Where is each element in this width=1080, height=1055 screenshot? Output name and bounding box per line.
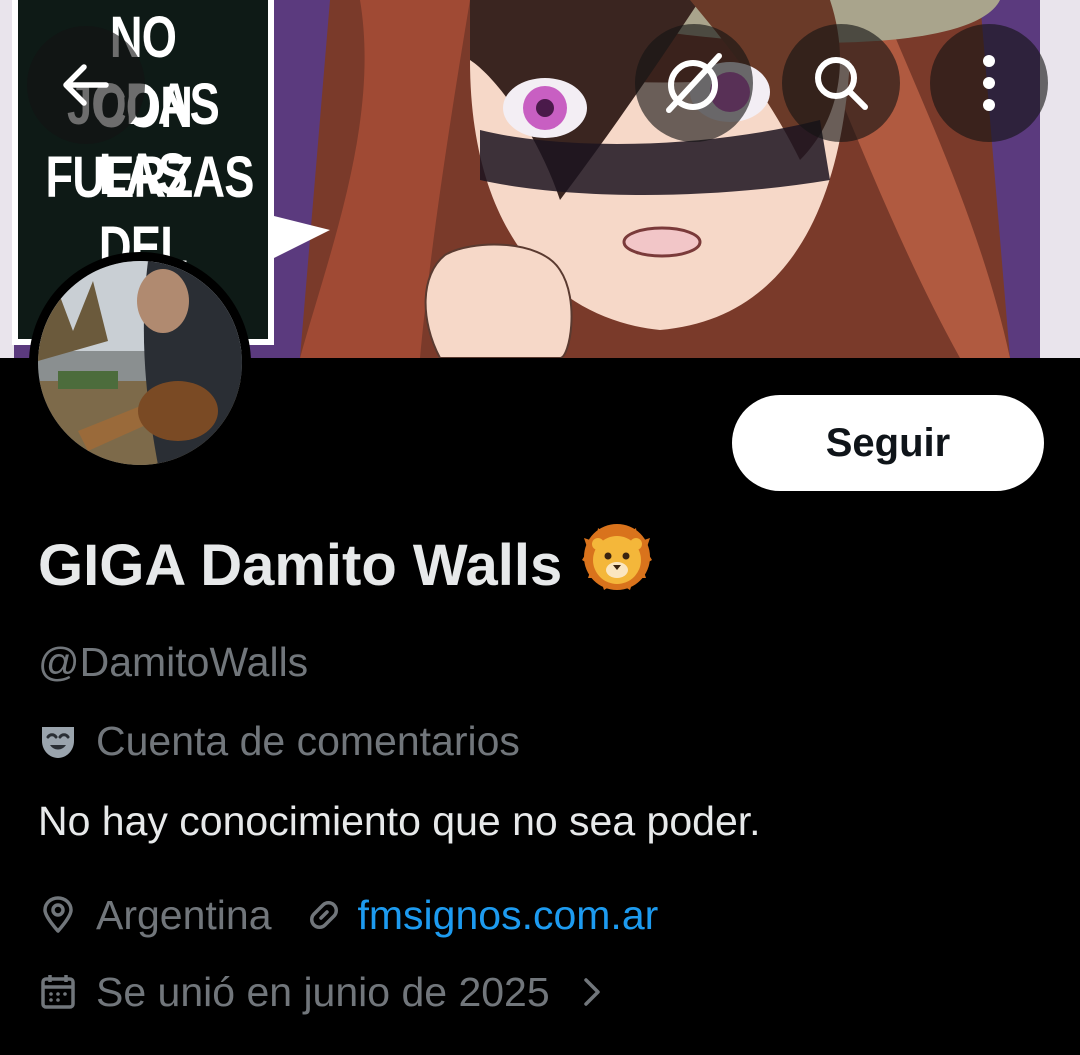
calendar-icon xyxy=(41,975,75,1009)
profile-location: Argentina xyxy=(96,891,272,938)
speech-line: FUERZAS xyxy=(45,145,255,210)
theater-masks-icon xyxy=(42,727,74,758)
grok-button[interactable] xyxy=(635,24,753,142)
profile-category: Cuenta de comentarios xyxy=(38,715,520,767)
category-label: Cuenta de comentarios xyxy=(96,717,520,764)
location-pin-icon xyxy=(43,896,73,933)
more-options-button[interactable] xyxy=(930,24,1048,142)
profile-avatar[interactable] xyxy=(29,252,251,474)
profile-joined-row[interactable]: Se unió en junio de 2025 xyxy=(38,966,604,1018)
search-icon xyxy=(815,57,868,110)
profile-handle: @DamitoWalls xyxy=(38,639,309,685)
profile-website-link[interactable]: fmsignos.com.ar xyxy=(358,892,659,939)
lion-emoji xyxy=(580,520,654,613)
more-vertical-icon xyxy=(983,55,995,111)
profile-joined-date: Se unió en junio de 2025 xyxy=(96,968,550,1015)
profile-meta-row: Argentina fmsignos.com.ar xyxy=(38,889,658,941)
back-button[interactable] xyxy=(27,26,145,144)
lion-icon xyxy=(582,523,653,590)
profile-page: NO JODAS CON LAS FUERZAS DEL CIELO. xyxy=(0,0,1080,1055)
chevron-right-icon xyxy=(583,978,600,1006)
search-button[interactable] xyxy=(782,24,900,142)
profile-bio: No hay conocimiento que no sea poder. xyxy=(38,798,761,844)
display-name: GIGA Damito Walls xyxy=(38,533,563,598)
display-name-row: GIGA Damito Walls xyxy=(38,523,654,604)
grok-slash-icon xyxy=(666,53,722,113)
arrow-left-icon xyxy=(63,64,109,106)
follow-button[interactable]: Seguir xyxy=(732,395,1044,491)
avatar-photo xyxy=(38,261,242,465)
link-icon xyxy=(309,901,338,929)
